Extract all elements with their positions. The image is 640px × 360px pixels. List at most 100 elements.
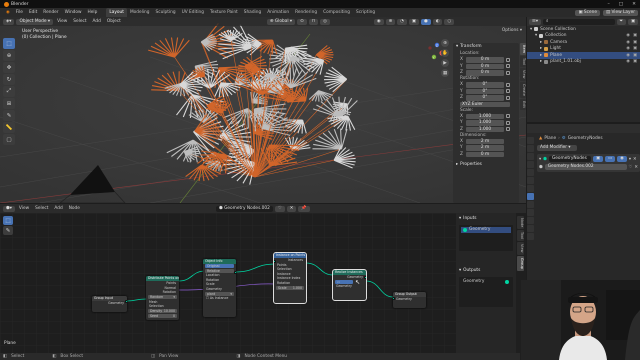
world-tab-icon[interactable]: [527, 177, 534, 184]
expand-chevron-icon[interactable]: ▸: [540, 53, 542, 58]
location-z-field[interactable]: 0 m: [466, 70, 504, 76]
tab-animation[interactable]: Animation: [264, 8, 292, 17]
proportional-icon[interactable]: ◎: [320, 18, 330, 25]
gizmo-toggle-icon[interactable]: ⊕: [385, 18, 396, 25]
output-tab-icon[interactable]: [527, 153, 534, 160]
tab-group[interactable]: Group: [517, 255, 524, 271]
outliner-item[interactable]: ▸ plant_1.01.obj ◉ ▣: [527, 59, 640, 66]
object-picker[interactable]: plant ▾: [205, 291, 234, 296]
scene-selector[interactable]: ▣ Scene: [575, 9, 601, 16]
shading-render-icon[interactable]: ○: [444, 18, 455, 25]
tab-rendering[interactable]: Rendering: [292, 8, 320, 17]
outliner-search-input[interactable]: ⌕: [543, 18, 615, 25]
object-tab-icon[interactable]: [527, 185, 534, 192]
socket-icon[interactable]: [234, 271, 236, 274]
tab-item[interactable]: Item: [520, 43, 526, 56]
tool-tab-icon[interactable]: [527, 137, 534, 144]
node-realize-instances[interactable]: Realize Instances Geometry ▭ Geometry: [332, 269, 367, 301]
menu-select[interactable]: Select: [71, 17, 88, 26]
render-tab-icon[interactable]: [527, 145, 534, 152]
scale-y-field[interactable]: 1.000: [466, 120, 504, 126]
camera-view-icon[interactable]: ▶: [441, 59, 449, 67]
modifier-tab-icon[interactable]: [527, 193, 534, 200]
menu-object[interactable]: Object: [105, 17, 123, 26]
annotate-tool-icon[interactable]: ✎: [3, 110, 15, 121]
material-tab-icon[interactable]: [527, 233, 534, 240]
transform-tool-icon[interactable]: ⊞: [3, 98, 15, 109]
dimensions-x-field[interactable]: 2 m: [466, 138, 504, 144]
eye-icon[interactable]: ◉: [626, 40, 630, 45]
lock-icon[interactable]: [506, 127, 510, 132]
node-group-output[interactable]: Group Output Geometry: [393, 292, 426, 308]
overlay-icon[interactable]: ◔: [397, 18, 407, 25]
close-button[interactable]: ✕: [632, 2, 636, 7]
tab-view[interactable]: View: [517, 242, 524, 255]
relative-toggle[interactable]: Relative: [205, 268, 234, 273]
orientation-dropdown[interactable]: ⊕ Global ▾: [266, 18, 296, 25]
fake-user-icon[interactable]: ♡: [629, 165, 633, 170]
expand-chevron-icon[interactable]: ▸: [540, 46, 542, 51]
select-tool-icon[interactable]: ⬚: [3, 216, 13, 225]
transform-panel-header[interactable]: ▾ Transform: [453, 43, 519, 51]
menu-window[interactable]: Window: [62, 8, 85, 17]
scene-tab-icon[interactable]: [527, 169, 534, 176]
output-item-geometry[interactable]: Geometry: [461, 279, 511, 285]
node-editor[interactable]: ⬢▾ View Select Add Node ⬢ Geometry Nodes…: [0, 204, 526, 360]
eye-icon[interactable]: ◉: [626, 53, 630, 58]
add-modifier-dropdown[interactable]: Add Modifier ▾: [537, 145, 577, 151]
filter-icon[interactable]: ⏷: [616, 18, 626, 25]
original-toggle[interactable]: Original: [205, 264, 234, 269]
render-icon[interactable]: ▣: [633, 33, 637, 38]
tab-shading[interactable]: Shading: [241, 8, 264, 17]
density-field[interactable]: Density 10.000: [148, 309, 177, 314]
outliner-editor-type-icon[interactable]: ☰▾: [529, 18, 542, 25]
scale-field[interactable]: Scale 1.000: [276, 285, 304, 290]
seed-field[interactable]: Seed 0: [148, 313, 177, 318]
lock-icon[interactable]: [506, 64, 510, 69]
eye-icon[interactable]: ◉: [626, 46, 630, 51]
node-editor-type-icon[interactable]: ⬢▾: [3, 205, 15, 212]
properties-panel-header[interactable]: ▸ Properties: [453, 161, 519, 169]
edit-mode-toggle-icon[interactable]: ▣: [592, 156, 603, 162]
unlink-icon[interactable]: ✕: [286, 205, 297, 212]
particles-tab-icon[interactable]: [527, 201, 534, 208]
zoom-icon[interactable]: ⊕: [441, 39, 449, 47]
tab-tool[interactable]: Tool: [517, 230, 524, 242]
new-collection-icon[interactable]: ▣: [627, 18, 638, 25]
expand-chevron-icon[interactable]: ▸: [540, 59, 542, 64]
fake-user-icon[interactable]: ♡: [274, 205, 285, 212]
data-tab-icon[interactable]: [527, 225, 534, 232]
snap-icon[interactable]: ⊓: [308, 18, 319, 25]
unlink-icon[interactable]: ✕: [634, 165, 638, 170]
tab-sculpting[interactable]: Sculpting: [153, 8, 179, 17]
tab-create[interactable]: Create: [520, 81, 526, 98]
modifier-name-field[interactable]: GeometryNodes: [548, 156, 591, 162]
realize-option-toggle[interactable]: ▭: [335, 279, 353, 284]
distribute-mode-dropdown[interactable]: Random ▾: [148, 295, 177, 300]
move-tool-icon[interactable]: ✥: [3, 62, 15, 73]
add-cube-tool-icon[interactable]: ▢: [3, 134, 15, 145]
select-box-tool-icon[interactable]: ⬚: [3, 38, 15, 49]
editor-type-button[interactable]: ◈▾: [3, 18, 15, 25]
lock-icon[interactable]: [506, 82, 510, 87]
expand-chevron-icon[interactable]: ▸: [540, 40, 542, 45]
pivot-icon[interactable]: ⊙: [297, 18, 307, 25]
maximize-button[interactable]: □: [619, 2, 623, 7]
cursor-tool-icon[interactable]: ⊕: [3, 50, 15, 61]
collapse-chevron-icon[interactable]: ▾: [539, 157, 541, 162]
menu-select[interactable]: Select: [33, 204, 50, 213]
annotate-tool-icon[interactable]: ✎: [3, 226, 13, 235]
xray-icon[interactable]: ▣: [408, 18, 419, 25]
perspective-grid-icon[interactable]: ▦: [441, 69, 449, 77]
node-canvas[interactable]: Group Input Geometry Distribute Points o…: [0, 213, 456, 360]
modifier-menu-icon[interactable]: ▾: [629, 157, 631, 162]
lock-icon[interactable]: [506, 95, 510, 100]
shading-solid-icon[interactable]: ●: [420, 18, 431, 25]
node-instance-on-points[interactable]: Instance on Points Instances Points Sele…: [273, 252, 307, 304]
rotation-x-field[interactable]: 0°: [466, 82, 504, 88]
menu-edit[interactable]: Edit: [26, 8, 40, 17]
menu-help[interactable]: Help: [85, 8, 101, 17]
menu-render[interactable]: Render: [40, 8, 61, 17]
rotation-mode-dropdown[interactable]: XYZ Euler: [460, 101, 510, 107]
node-group-input[interactable]: Group Input Geometry: [92, 296, 127, 312]
